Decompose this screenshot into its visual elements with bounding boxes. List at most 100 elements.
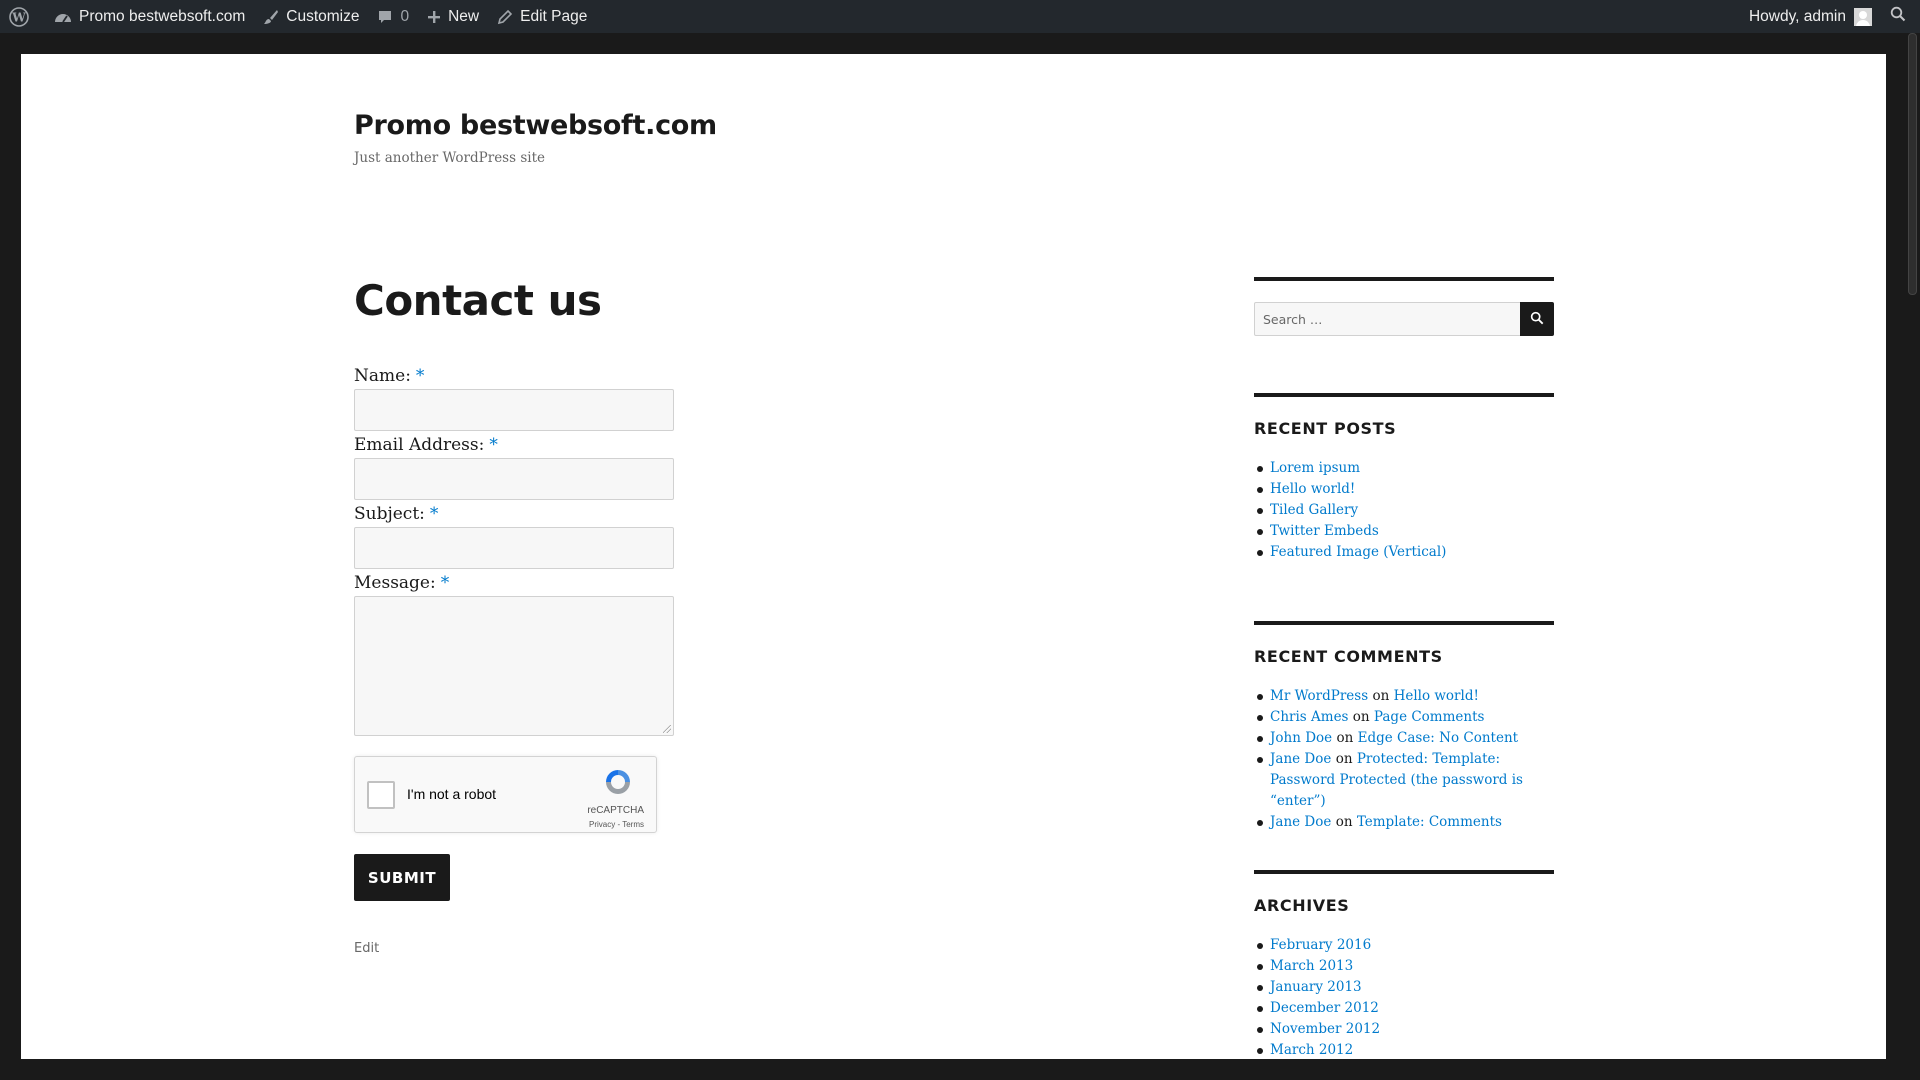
admin-bar-comments-count: 0	[400, 7, 410, 25]
recaptcha-widget: I'm not a robot reCAPTCHA Privacy - Term…	[354, 756, 657, 833]
email-label-text: Email Address:	[354, 435, 485, 455]
required-marker: *	[415, 366, 425, 386]
name-label-text: Name:	[354, 366, 411, 386]
recent-post-link[interactable]: Tiled Gallery	[1270, 502, 1358, 518]
search-input[interactable]: Search …	[1254, 302, 1522, 336]
archive-link[interactable]: March 2012	[1270, 1042, 1353, 1058]
admin-bar-howdy: Howdy, admin	[1748, 7, 1846, 25]
email-field[interactable]	[354, 458, 674, 500]
admin-bar-account[interactable]: Howdy, admin	[1740, 0, 1881, 33]
archives-title: ARCHIVES	[1254, 896, 1350, 915]
page-title: Contact us	[354, 276, 602, 325]
list-item: November 2012	[1254, 1019, 1554, 1040]
recent-post-link[interactable]: Hello world!	[1270, 481, 1355, 497]
recaptcha-links[interactable]: Privacy - Terms	[589, 820, 644, 829]
archive-link[interactable]: November 2012	[1270, 1021, 1380, 1037]
site-title[interactable]: Promo bestwebsoft.com	[354, 110, 717, 141]
subject-field[interactable]	[354, 527, 674, 569]
admin-bar-edit-page-label: Edit Page	[520, 7, 588, 25]
plus-icon	[427, 10, 441, 24]
recent-post-link[interactable]: Featured Image (Vertical)	[1270, 544, 1446, 560]
wordpress-icon: W	[9, 6, 29, 27]
comment-author-link[interactable]: Chris Ames	[1270, 709, 1348, 725]
recaptcha-label: I'm not a robot	[407, 786, 497, 802]
site-tagline: Just another WordPress site	[354, 150, 545, 166]
list-item: Twitter Embeds	[1254, 521, 1554, 542]
admin-bar-new[interactable]: New	[418, 0, 488, 33]
message-label-text: Message:	[354, 573, 436, 593]
page-scrollbar[interactable]	[1905, 33, 1920, 1080]
required-marker: *	[489, 435, 498, 455]
subject-label: Subject: *	[354, 504, 438, 524]
search-icon	[1530, 310, 1544, 329]
list-item: Lorem ipsum	[1254, 458, 1554, 479]
admin-bar-comments[interactable]: 0	[368, 0, 418, 33]
brush-icon	[263, 9, 279, 25]
comment-author-link[interactable]: Jane Doe	[1270, 814, 1331, 830]
widget-divider	[1254, 393, 1554, 397]
comment-on-text: on	[1352, 709, 1370, 725]
recaptcha-checkbox[interactable]	[367, 781, 395, 809]
comment-post-link[interactable]: Template: Comments	[1357, 814, 1502, 830]
admin-bar-new-label: New	[448, 7, 480, 25]
admin-bar-search[interactable]	[1881, 0, 1920, 33]
list-item: Chris Ames on Page Comments	[1254, 707, 1554, 728]
admin-bar-customize-label: Customize	[286, 7, 360, 25]
archive-link[interactable]: January 2013	[1270, 979, 1362, 995]
comment-on-text: on	[1335, 814, 1353, 830]
name-field[interactable]	[354, 389, 674, 431]
admin-bar-edit-page[interactable]: Edit Page	[488, 0, 596, 33]
resize-handle-icon[interactable]	[663, 725, 671, 733]
avatar	[1854, 7, 1872, 26]
dashboard-icon	[54, 9, 72, 25]
admin-bar: W Promo bestwebsoft.com Customize 0 New …	[0, 0, 1920, 33]
comment-on-text: on	[1336, 730, 1354, 746]
page-frame: Promo bestwebsoft.com Just another WordP…	[21, 54, 1886, 1059]
admin-bar-customize[interactable]: Customize	[254, 0, 368, 33]
comment-author-link[interactable]: Mr WordPress	[1270, 688, 1368, 704]
subject-label-text: Subject:	[354, 504, 425, 524]
wordpress-menu[interactable]: W	[0, 0, 45, 33]
admin-bar-site-link[interactable]: Promo bestwebsoft.com	[45, 0, 254, 33]
comment-author-link[interactable]: John Doe	[1270, 730, 1332, 746]
list-item: January 2013	[1254, 977, 1554, 998]
list-item: Tiled Gallery	[1254, 500, 1554, 521]
edit-link[interactable]: Edit	[354, 941, 379, 956]
recent-post-link[interactable]: Lorem ipsum	[1270, 460, 1360, 476]
search-button[interactable]	[1520, 302, 1554, 336]
list-item: February 2016	[1254, 935, 1554, 956]
message-label: Message: *	[354, 573, 449, 593]
comment-author-link[interactable]: Jane Doe	[1270, 751, 1331, 767]
comment-on-text: on	[1372, 688, 1390, 704]
list-item: John Doe on Edge Case: No Content	[1254, 728, 1554, 749]
name-label: Name: *	[354, 366, 424, 386]
comment-post-link[interactable]: Hello world!	[1394, 688, 1479, 704]
required-marker: *	[440, 573, 450, 593]
pencil-icon	[497, 9, 513, 25]
list-item: Jane Doe on Protected: Template: Passwor…	[1254, 749, 1554, 812]
required-marker: *	[429, 504, 439, 524]
comment-post-link[interactable]: Edge Case: No Content	[1358, 730, 1518, 746]
widget-divider	[1254, 870, 1554, 874]
archive-link[interactable]: December 2012	[1270, 1000, 1379, 1016]
list-item: December 2012	[1254, 998, 1554, 1019]
message-field[interactable]	[354, 596, 674, 736]
recent-post-link[interactable]: Twitter Embeds	[1270, 523, 1379, 539]
archive-link[interactable]: February 2016	[1270, 937, 1371, 953]
list-item: Mr WordPress on Hello world!	[1254, 686, 1554, 707]
widget-divider	[1254, 621, 1554, 625]
list-item: Jane Doe on Template: Comments	[1254, 812, 1554, 833]
list-item: Featured Image (Vertical)	[1254, 542, 1554, 563]
list-item: Hello world!	[1254, 479, 1554, 500]
comment-post-link[interactable]: Page Comments	[1374, 709, 1485, 725]
scrollbar-thumb[interactable]	[1908, 33, 1917, 295]
submit-button[interactable]: SUBMIT	[354, 854, 450, 901]
widget-divider	[1254, 277, 1554, 281]
svg-text:W: W	[11, 10, 26, 24]
comment-on-text: on	[1335, 751, 1353, 767]
recaptcha-brand: reCAPTCHA	[587, 805, 644, 816]
recent-posts-list: Lorem ipsum Hello world! Tiled Gallery T…	[1254, 458, 1554, 563]
email-label: Email Address: *	[354, 435, 498, 455]
recent-comments-title: RECENT COMMENTS	[1254, 647, 1443, 666]
archive-link[interactable]: March 2013	[1270, 958, 1353, 974]
